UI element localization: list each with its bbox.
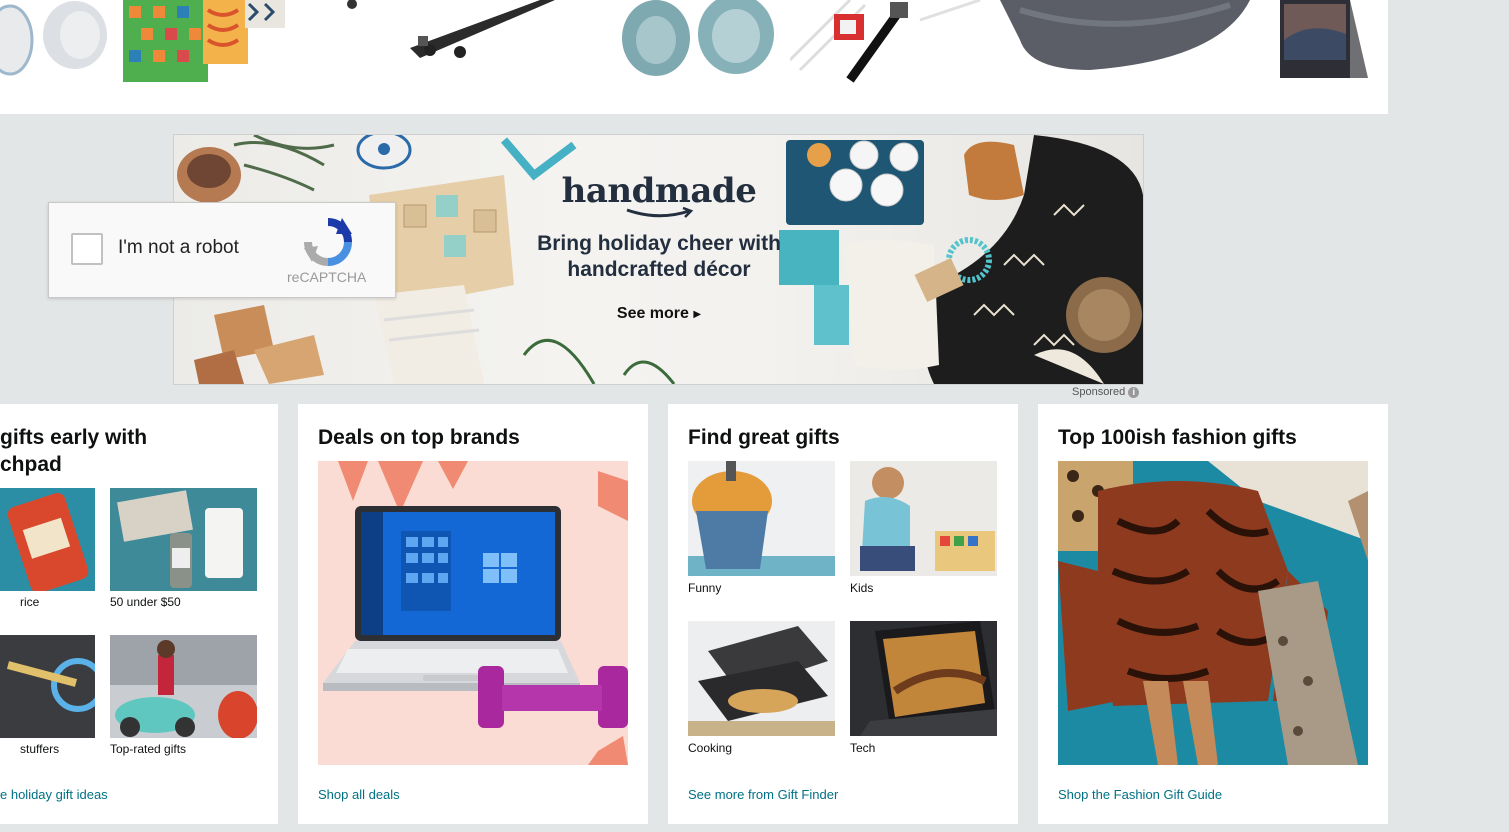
tile-tech[interactable]: Tech [850,621,997,755]
card-title-line2: chpad [0,453,62,476]
banner-see-more-link[interactable]: See more ▶ [504,305,814,323]
product-tablet-laptop[interactable] [1280,0,1370,84]
tile-cooking[interactable]: Cooking [688,621,835,755]
tile-caption: stuffers [20,742,60,756]
tile-image-key-tool [0,635,105,738]
tile-funny[interactable]: Funny [688,461,835,595]
product-headphones-white[interactable] [0,0,115,84]
card-find-great-gifts: Find great gifts Funny Kids Cooking Tech… [668,404,1018,824]
tile-stuffers[interactable]: stuffers [0,635,105,756]
tile-image-laptop-dumbbell [318,461,628,765]
card-deals-top-brands: Deals on top brands Shop all deals [298,404,648,824]
tile-kids[interactable]: Kids [850,461,997,595]
info-icon[interactable]: i [1128,387,1140,398]
product-skateboard[interactable] [340,0,555,70]
card-footer-link[interactable]: Shop the Fashion Gift Guide [1058,787,1222,802]
tile-fashion-outfit[interactable] [1058,461,1368,765]
tile-laptop-deal[interactable] [318,461,628,765]
tile-image-grooming-kit [110,488,257,591]
banner-headline-line2: handcrafted décor [567,258,751,281]
recaptcha-logo-icon [304,218,352,266]
card-title: Top 100ish fashion gifts [1058,426,1297,449]
card-footer-link[interactable]: See more from Gift Finder [688,787,838,802]
tile-price[interactable]: rice [0,488,95,609]
caret-right-icon: ▶ [693,309,702,320]
tile-50-under-50[interactable]: 50 under $50 [110,488,257,609]
banner-headline-line1: Bring holiday cheer with [537,232,781,255]
card-title: Find great gifts [688,426,840,449]
tile-image-waffle-maker [688,621,835,736]
tile-caption: Kids [850,581,874,595]
tile-caption: 50 under $50 [110,595,181,609]
tile-image-scooter-kid [110,635,258,739]
tile-top-rated-gifts[interactable]: Top-rated gifts [110,635,258,756]
handmade-logo-text: handmade [561,171,757,211]
card-title-line1: gifts early with [0,426,148,449]
tile-image-hot-sauce [0,488,95,593]
tile-image-phone-stand [850,621,997,736]
card-fashion-gifts: Top 100ish fashion gifts Shop the Fashio… [1038,404,1388,824]
product-carousel-strip [0,0,1388,114]
tile-caption: Tech [850,741,876,755]
tile-caption: Cooking [688,741,733,755]
banner-center-text: handmade Bring holiday cheer with handcr… [504,171,814,323]
recaptcha-label: I'm not a robot [118,237,239,258]
tile-image-tiger-sweater [1058,461,1368,765]
banner-headline: Bring holiday cheer with handcrafted déc… [504,231,814,283]
tile-caption: rice [20,595,40,609]
tile-image-muffin-jeans [688,461,835,576]
sponsored-text: Sponsored [1072,386,1126,398]
card-footer-link[interactable]: e holiday gift ideas [0,787,108,802]
product-headphones-teal[interactable] [618,0,783,84]
see-more-label: See more [616,305,689,322]
sponsored-label[interactable]: Sponsored i [1072,386,1140,398]
card-footer-link[interactable]: Shop all deals [318,787,400,802]
product-usb-adapter-cables[interactable] [790,0,990,84]
card-gifts-early: gifts early with chpad rice 50 under $50… [0,404,278,824]
recaptcha-brand: reCAPTCHA [287,269,367,285]
tile-caption: Top-rated gifts [110,742,187,756]
product-patterned-towels[interactable] [123,0,288,84]
tile-image-kid-toy [850,461,997,576]
card-title: Deals on top brands [318,426,520,449]
tile-caption: Funny [688,581,722,595]
recaptcha-widget: I'm not a robot reCAPTCHA [48,202,396,298]
product-gray-beanie[interactable] [1000,0,1260,72]
card-title: gifts early with chpad [0,424,147,478]
recaptcha-checkbox[interactable] [71,233,103,265]
